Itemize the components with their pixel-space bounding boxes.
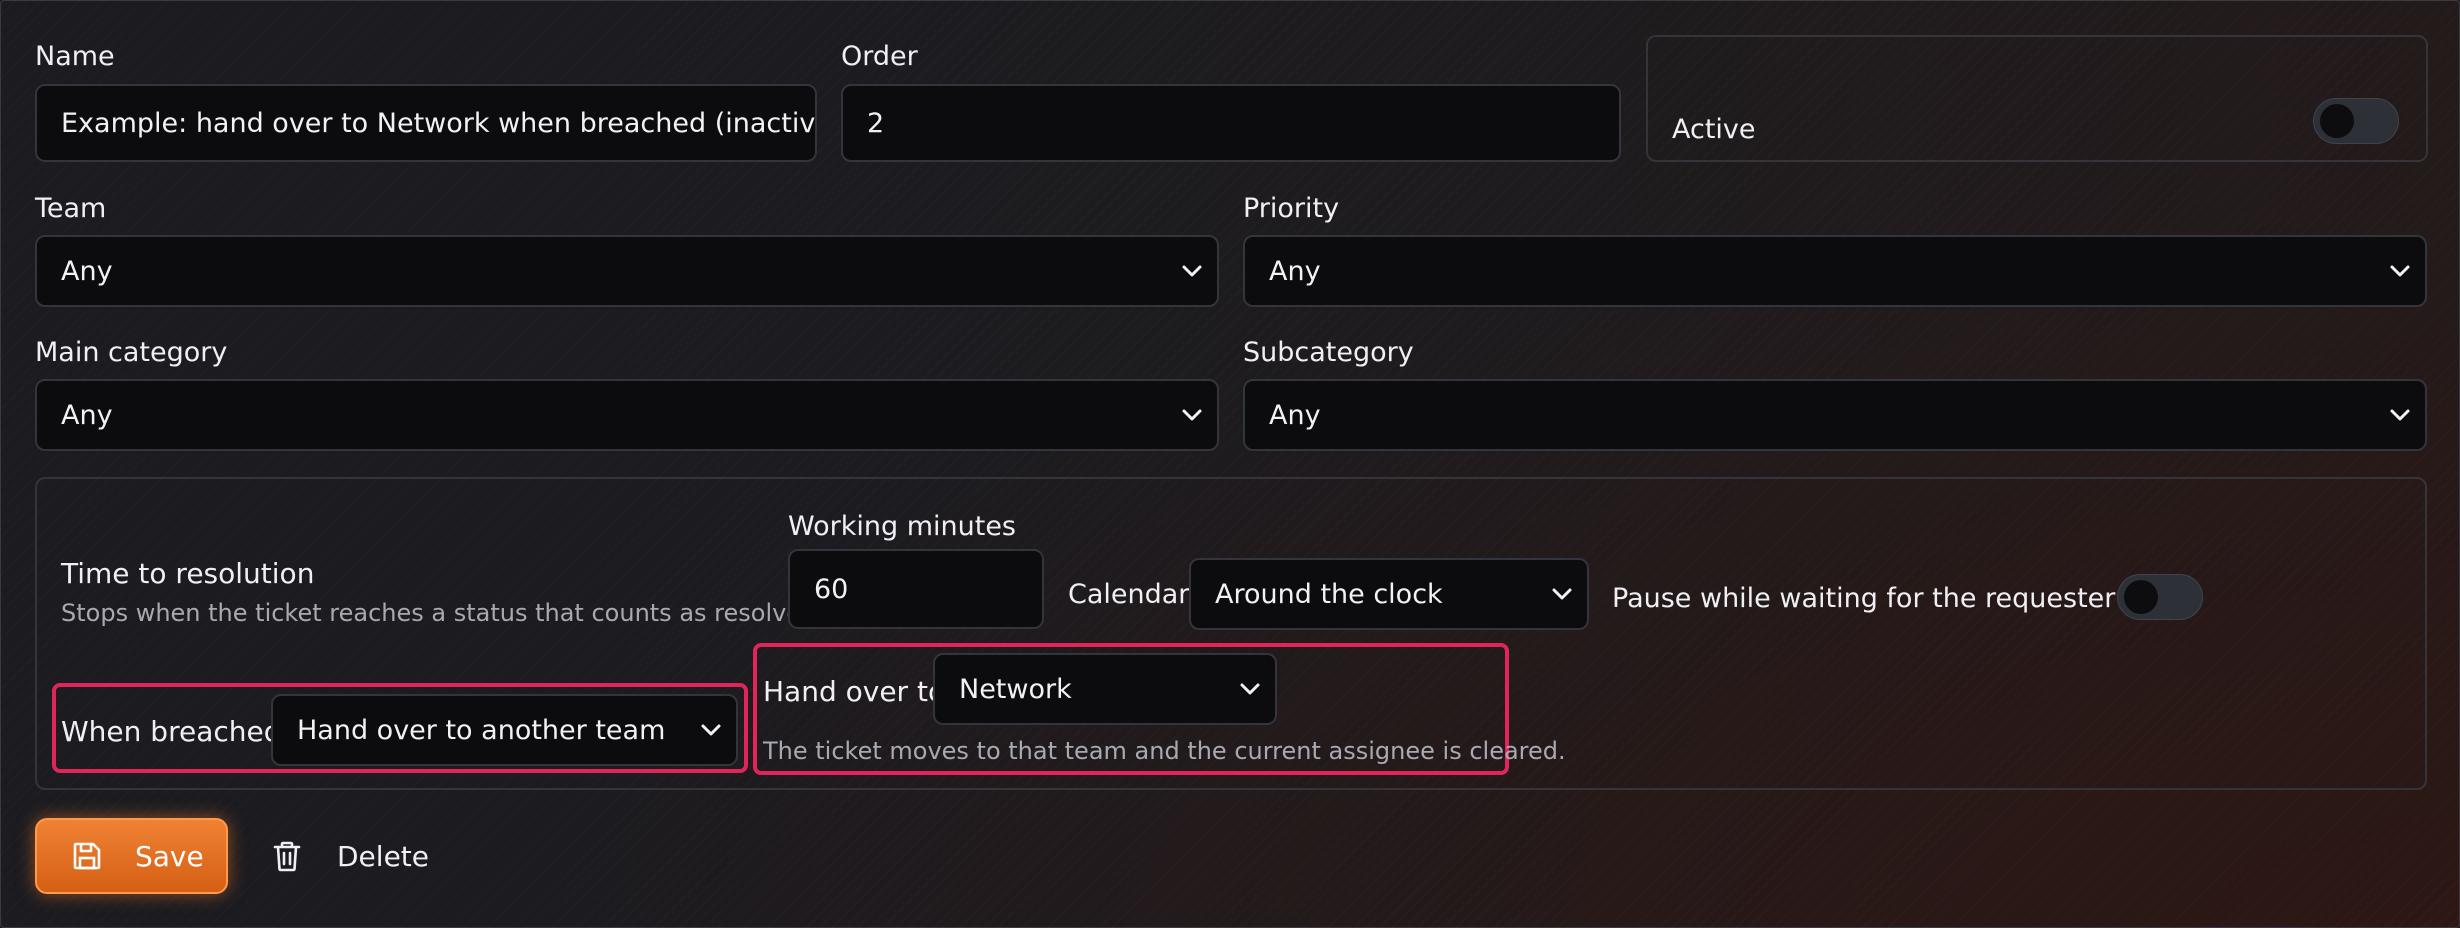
name-label: Name bbox=[35, 41, 115, 72]
sla-description: Stops when the ticket reaches a status t… bbox=[61, 599, 824, 627]
subcategory-label: Subcategory bbox=[1243, 337, 1414, 368]
chevron-down-icon bbox=[1240, 683, 1260, 695]
calendar-value: Around the clock bbox=[1215, 578, 1443, 610]
order-label: Order bbox=[841, 41, 918, 72]
trash-icon bbox=[273, 841, 301, 872]
main-category-select[interactable]: Any bbox=[35, 379, 1219, 451]
subcategory-select[interactable]: Any bbox=[1243, 379, 2427, 451]
hand-over-value: Network bbox=[959, 673, 1072, 705]
subcategory-value: Any bbox=[1269, 399, 1321, 431]
save-label: Save bbox=[135, 839, 204, 873]
hand-over-label: Hand over to bbox=[763, 675, 946, 708]
active-toggle[interactable] bbox=[2313, 98, 2399, 144]
calendar-label: Calendar bbox=[1068, 579, 1190, 610]
pause-toggle[interactable] bbox=[2117, 574, 2203, 620]
main-category-label: Main category bbox=[35, 337, 228, 368]
chevron-down-icon bbox=[701, 724, 721, 736]
name-input[interactable]: Example: hand over to Network when breac… bbox=[35, 84, 817, 162]
pause-label: Pause while waiting for the requester bbox=[1612, 583, 2116, 614]
chevron-down-icon bbox=[1182, 265, 1202, 277]
save-button[interactable]: Save bbox=[35, 818, 228, 894]
team-label: Team bbox=[35, 193, 107, 224]
sla-title: Time to resolution bbox=[61, 557, 315, 590]
chevron-down-icon bbox=[1552, 588, 1572, 600]
priority-value: Any bbox=[1269, 255, 1321, 287]
when-breached-value: Hand over to another team bbox=[297, 714, 666, 746]
team-value: Any bbox=[61, 255, 113, 287]
chevron-down-icon bbox=[2390, 409, 2410, 421]
active-box bbox=[1646, 35, 2428, 162]
active-toggle-knob bbox=[2320, 104, 2354, 138]
team-select[interactable]: Any bbox=[35, 235, 1219, 307]
delete-label: Delete bbox=[337, 839, 429, 873]
priority-select[interactable]: Any bbox=[1243, 235, 2427, 307]
when-breached-label: When breached bbox=[61, 715, 282, 748]
when-breached-select[interactable]: Hand over to another team bbox=[271, 694, 738, 766]
save-icon bbox=[73, 842, 101, 870]
sla-rule-panel: Name Example: hand over to Network when … bbox=[0, 0, 2460, 928]
working-minutes-input[interactable]: 60 bbox=[788, 549, 1044, 629]
order-value: 2 bbox=[867, 107, 885, 139]
hand-over-select[interactable]: Network bbox=[933, 653, 1277, 725]
main-category-value: Any bbox=[61, 399, 113, 431]
chevron-down-icon bbox=[2390, 265, 2410, 277]
name-value: Example: hand over to Network when breac… bbox=[61, 107, 817, 139]
working-minutes-label: Working minutes bbox=[788, 511, 1016, 542]
hand-over-hint: The ticket moves to that team and the cu… bbox=[763, 737, 1566, 765]
priority-label: Priority bbox=[1243, 193, 1340, 224]
calendar-select[interactable]: Around the clock bbox=[1189, 558, 1589, 630]
active-label: Active bbox=[1672, 114, 1756, 145]
working-minutes-value: 60 bbox=[814, 573, 849, 605]
chevron-down-icon bbox=[1182, 409, 1202, 421]
delete-button[interactable]: Delete bbox=[271, 818, 429, 894]
pause-toggle-knob bbox=[2124, 580, 2158, 614]
order-input[interactable]: 2 bbox=[841, 84, 1621, 162]
